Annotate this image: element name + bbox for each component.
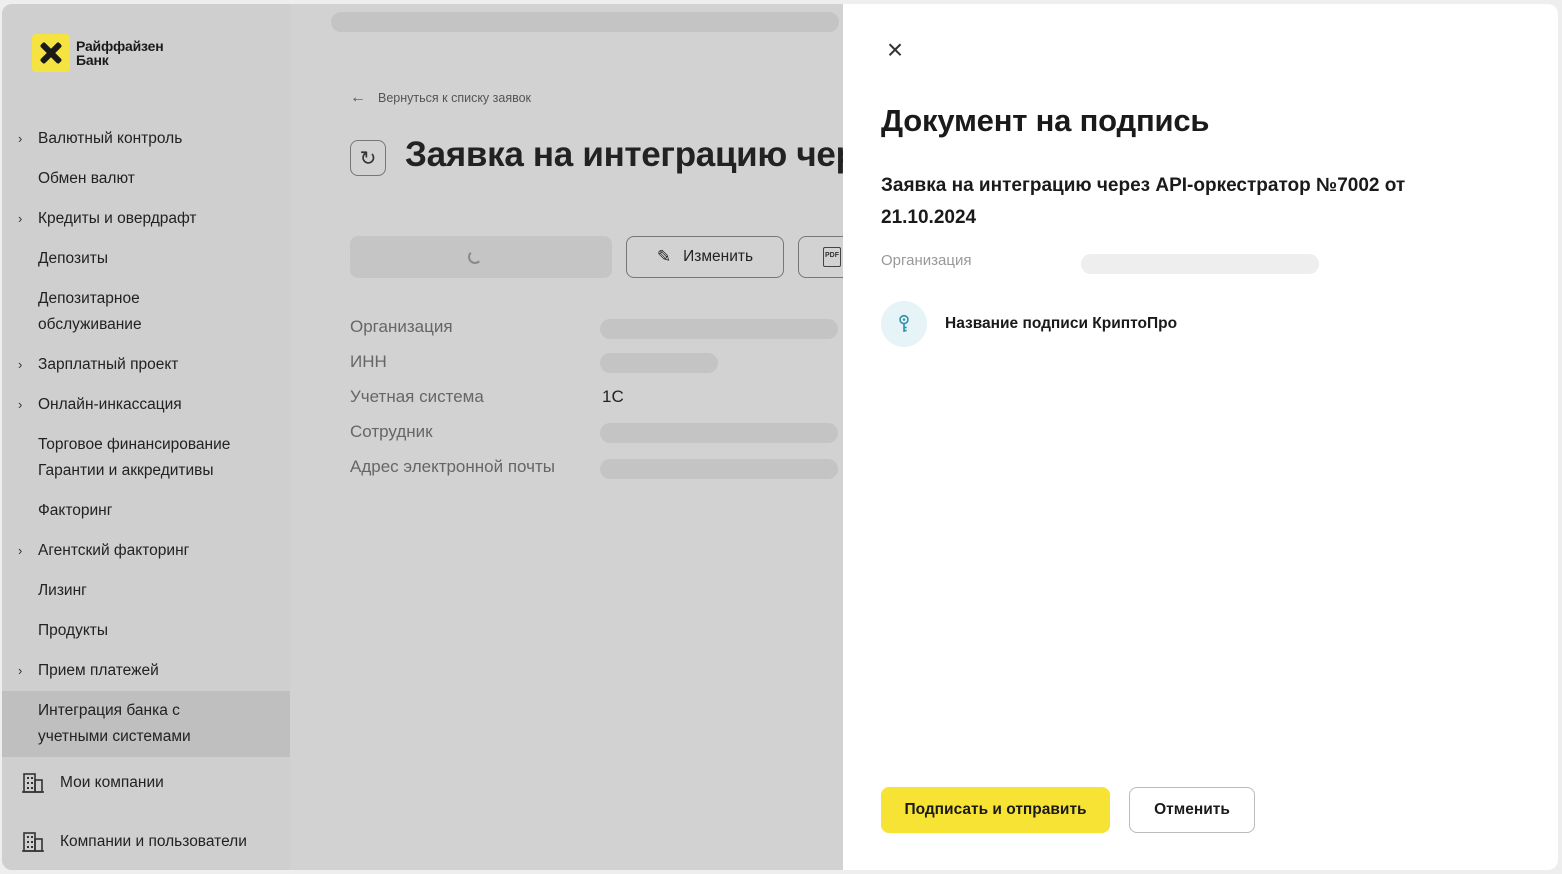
chevron-right-icon: › bbox=[18, 131, 23, 146]
pencil-icon: ✎ bbox=[656, 247, 672, 266]
signature-name: Название подписи КриптоПро bbox=[945, 315, 1178, 332]
app-frame: Райффайзен Банк › Валютный контроль Обме… bbox=[2, 4, 1558, 870]
field-label-employee: Сотрудник bbox=[350, 422, 433, 441]
sidebar-item-currency-control[interactable]: › Валютный контроль bbox=[2, 119, 290, 159]
email-skeleton bbox=[600, 459, 838, 479]
close-button[interactable]: × bbox=[881, 36, 909, 64]
sidebar-item-factoring[interactable]: Факторинг bbox=[2, 491, 290, 531]
building-icon bbox=[22, 773, 44, 793]
refresh-icon: ↻ bbox=[359, 147, 377, 170]
sidebar-item-leasing[interactable]: Лизинг bbox=[2, 571, 290, 611]
raiffeisen-logo-icon bbox=[32, 34, 70, 72]
sidebar-item-trade-finance[interactable]: Торговое финансирование Гарантии и аккре… bbox=[2, 425, 290, 491]
sidebar-item-online-collection[interactable]: › Онлайн-инкассация bbox=[2, 385, 290, 425]
field-label-accounting-system: Учетная система bbox=[350, 387, 484, 406]
sidebar-item-currency-exchange[interactable]: Обмен валют bbox=[2, 159, 290, 199]
chevron-right-icon: › bbox=[18, 397, 23, 412]
signature-option[interactable]: Название подписи КриптоПро bbox=[881, 301, 1177, 347]
sidebar-item-payment-acceptance[interactable]: › Прием платежей bbox=[2, 651, 290, 691]
refresh-button[interactable]: ↻ bbox=[350, 140, 386, 176]
sidebar: Райффайзен Банк › Валютный контроль Обме… bbox=[2, 4, 290, 870]
bank-logo[interactable]: Райффайзен Банк bbox=[32, 34, 164, 72]
sidebar-item-agent-factoring[interactable]: › Агентский факторинг bbox=[2, 531, 290, 571]
chevron-right-icon: › bbox=[18, 543, 23, 558]
employee-skeleton bbox=[600, 423, 838, 443]
cancel-button[interactable]: Отменить bbox=[1129, 787, 1255, 833]
organization-skeleton bbox=[1081, 254, 1319, 274]
key-icon-svg bbox=[899, 314, 909, 332]
chevron-right-icon: › bbox=[18, 357, 23, 372]
logo-text: Райффайзен Банк bbox=[76, 38, 164, 68]
field-label-organization: Организация bbox=[350, 317, 453, 336]
chevron-right-icon: › bbox=[18, 211, 23, 226]
document-title: Заявка на интеграцию через API-оркестрат… bbox=[881, 175, 1406, 228]
sidebar-nav: › Валютный контроль Обмен валют › Кредит… bbox=[2, 119, 290, 757]
spinner-icon bbox=[468, 250, 482, 264]
sidebar-item-my-companies[interactable]: Мои компании bbox=[2, 772, 290, 794]
organization-skeleton bbox=[600, 319, 838, 339]
accounting-system-value: 1С bbox=[602, 387, 624, 406]
chevron-right-icon: › bbox=[18, 663, 23, 678]
sidebar-item-depositary[interactable]: Депозитарное обслуживание bbox=[2, 279, 290, 345]
field-label-inn: ИНН bbox=[350, 352, 387, 371]
arrow-left-icon: ← bbox=[350, 89, 366, 106]
sidebar-item-companies-users[interactable]: Компании и пользователи bbox=[2, 831, 290, 853]
sidebar-item-salary-project[interactable]: › Зарплатный проект bbox=[2, 345, 290, 385]
loading-button[interactable] bbox=[350, 236, 612, 278]
signature-drawer: × Документ на подпись Заявка на интеграц… bbox=[843, 4, 1558, 870]
drawer-title: Документ на подпись bbox=[881, 103, 1210, 138]
sign-and-send-button[interactable]: Подписать и отправить bbox=[881, 787, 1110, 833]
field-label-email: Адрес электронной почты bbox=[350, 457, 555, 476]
sidebar-item-products[interactable]: Продукты bbox=[2, 611, 290, 651]
sidebar-item-deposits[interactable]: Депозиты bbox=[2, 239, 290, 279]
edit-button[interactable]: ✎ Изменить bbox=[626, 236, 784, 278]
sidebar-item-credits[interactable]: › Кредиты и овердрафт bbox=[2, 199, 290, 239]
close-icon: × bbox=[886, 34, 904, 65]
sidebar-item-bank-integration[interactable]: Интеграция банка с учетными системами bbox=[2, 691, 290, 757]
main-content: ← Вернуться к списку заявок ↻ Заявка на … bbox=[290, 4, 1537, 870]
key-icon bbox=[881, 301, 927, 347]
pdf-icon: PDF bbox=[823, 247, 841, 267]
inn-skeleton bbox=[600, 353, 718, 373]
header-skeleton bbox=[331, 12, 839, 32]
organization-label: Организация bbox=[881, 252, 972, 269]
back-to-list-link[interactable]: ← Вернуться к списку заявок bbox=[350, 89, 531, 107]
building-icon bbox=[22, 832, 44, 852]
